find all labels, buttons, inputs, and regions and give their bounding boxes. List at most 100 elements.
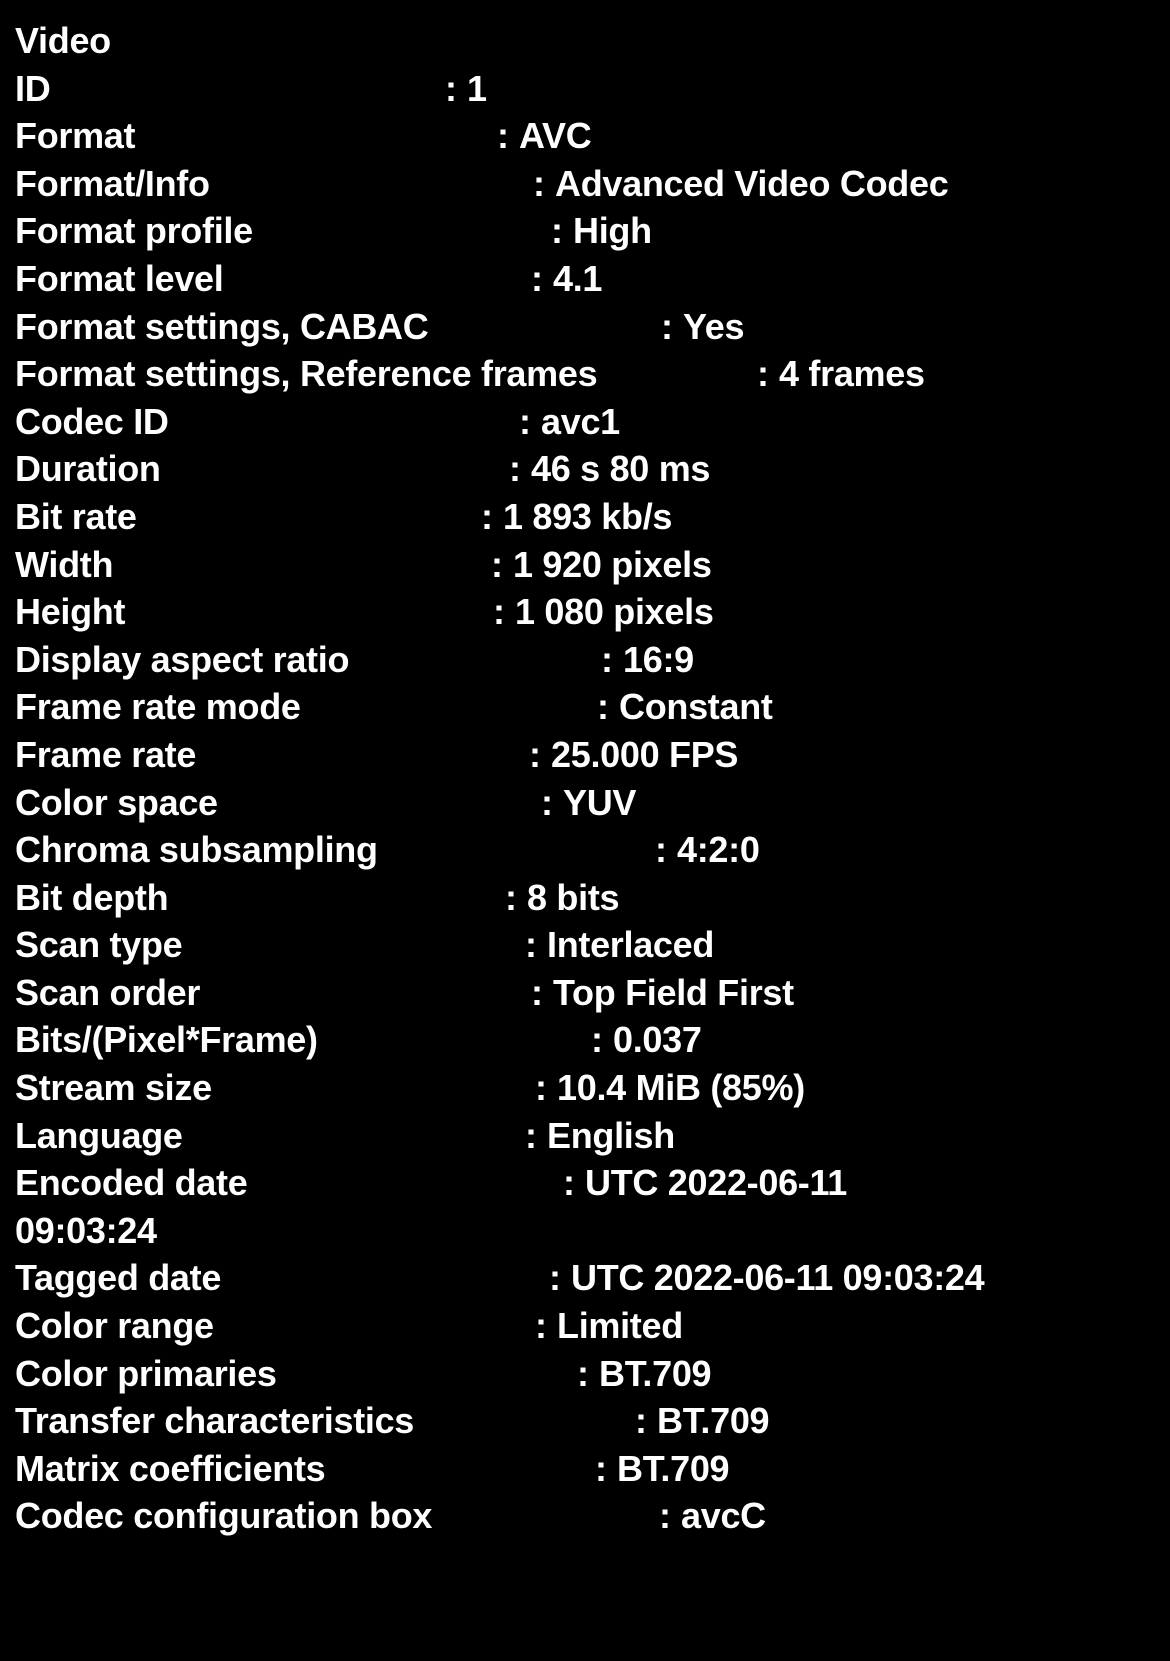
info-row-separator: : bbox=[531, 971, 543, 1013]
info-row-label: Color range bbox=[15, 1305, 214, 1347]
info-row-label: Chroma subsampling bbox=[15, 829, 378, 871]
info-row-label: Bits/(Pixel*Frame) bbox=[15, 1019, 318, 1061]
info-row-label: Format settings, CABAC bbox=[15, 305, 429, 347]
info-row-separator: : bbox=[493, 591, 505, 633]
info-row-value: 4.1 bbox=[553, 257, 603, 299]
info-row-label: Scan type bbox=[15, 924, 183, 966]
info-row-value: BT.709 bbox=[617, 1447, 730, 1489]
info-row-label: Format settings, Reference frames bbox=[15, 353, 598, 395]
info-row-value: 1 920 pixels bbox=[513, 543, 712, 585]
info-row-value: 16:9 bbox=[623, 638, 694, 680]
info-row-label: Frame rate bbox=[15, 733, 197, 775]
info-row-value: Advanced Video Codec bbox=[555, 162, 949, 204]
info-row-label: ID bbox=[15, 67, 51, 109]
info-row-value: 46 s 80 ms bbox=[531, 448, 711, 490]
info-row-value: avcC bbox=[681, 1495, 766, 1537]
info-row-separator: : bbox=[529, 733, 541, 775]
info-row-separator: : bbox=[635, 1400, 647, 1442]
video-track-info-list: Video ID:1 Format: AVC Format/Info: Advanced… bbox=[15, 17, 1170, 1540]
info-row-value: Limited bbox=[557, 1305, 683, 1347]
info-row-separator: : bbox=[541, 781, 553, 823]
info-row-label: Encoded date bbox=[15, 1162, 248, 1204]
info-row: Codec configuration box: avcC bbox=[15, 1492, 1170, 1540]
info-row: Color range: Limited bbox=[15, 1302, 1170, 1350]
info-row: Matrix coefficients: BT.709 bbox=[15, 1445, 1170, 1493]
info-row-value: 1 893 kb/s bbox=[503, 495, 673, 537]
info-row-label: Bit depth bbox=[15, 876, 169, 918]
info-row-label: Codec ID bbox=[15, 400, 169, 442]
info-row-separator: : bbox=[519, 400, 531, 442]
info-row-label: Bit rate bbox=[15, 495, 137, 537]
info-row-label: Stream size bbox=[15, 1067, 212, 1109]
info-row-separator: : bbox=[505, 876, 517, 918]
info-row-value: BT.709 bbox=[657, 1400, 770, 1442]
info-row-label: Language bbox=[15, 1114, 183, 1156]
info-row-separator: : bbox=[535, 1067, 547, 1109]
info-row-wrapped-text: 09:03:24 bbox=[15, 1209, 157, 1251]
info-row-separator: : bbox=[531, 257, 543, 299]
info-row: Format/Info: Advanced Video Codec bbox=[15, 160, 1170, 208]
info-row: Format: AVC bbox=[15, 112, 1170, 160]
info-row-separator: : bbox=[525, 1114, 537, 1156]
info-row-wrapped-continuation: 09:03:24 bbox=[15, 1207, 1170, 1255]
info-row-separator: : bbox=[551, 210, 563, 252]
info-row-value: UTC 2022-06-11 bbox=[585, 1162, 847, 1204]
info-row-value: Yes bbox=[683, 305, 745, 347]
info-row-value: 4:2:0 bbox=[677, 829, 760, 871]
info-row-separator: : bbox=[757, 353, 769, 395]
info-row-separator: : bbox=[661, 305, 673, 347]
info-row-value: High bbox=[573, 210, 652, 252]
info-row: Tagged date: UTC 2022-06-11 09:03:24 bbox=[15, 1254, 1170, 1302]
info-row: Width:1 920 pixels bbox=[15, 541, 1170, 589]
info-row: Frame rate:25.000 FPS bbox=[15, 731, 1170, 779]
info-row-label: Color primaries bbox=[15, 1352, 277, 1394]
info-row-label: Format bbox=[15, 115, 136, 157]
info-row: Duration:46 s 80 ms bbox=[15, 445, 1170, 493]
info-row-value: 10.4 MiB (85%) bbox=[557, 1067, 805, 1109]
info-row-label: Format/Info bbox=[15, 162, 210, 204]
info-row-label: Codec configuration box bbox=[15, 1495, 433, 1537]
info-row-value: Interlaced bbox=[547, 924, 715, 966]
info-row-label: Duration bbox=[15, 448, 161, 490]
info-row-separator: : bbox=[491, 543, 503, 585]
info-row-value: AVC bbox=[519, 115, 592, 157]
info-row: Language: English bbox=[15, 1112, 1170, 1160]
info-row: Transfer characteristics: BT.709 bbox=[15, 1397, 1170, 1445]
info-row: Bit depth:8 bits bbox=[15, 874, 1170, 922]
info-row: Stream size:10.4 MiB (85%) bbox=[15, 1064, 1170, 1112]
info-row: Codec ID: avc1 bbox=[15, 398, 1170, 446]
info-row-separator: : bbox=[577, 1352, 589, 1394]
info-row-separator: : bbox=[525, 924, 537, 966]
info-row: Color primaries: BT.709 bbox=[15, 1350, 1170, 1398]
info-row-label: Matrix coefficients bbox=[15, 1447, 326, 1489]
info-row-separator: : bbox=[533, 162, 545, 204]
info-row-separator: : bbox=[535, 1305, 547, 1347]
info-row-separator: : bbox=[601, 638, 613, 680]
mediainfo-panel: Video ID:1 Format: AVC Format/Info: Advanced… bbox=[0, 0, 1170, 1661]
section-title: Video bbox=[15, 20, 111, 61]
info-row-label: Width bbox=[15, 543, 114, 585]
info-row: Format settings, Reference frames:4 fram… bbox=[15, 350, 1170, 398]
info-row: Format profile: High bbox=[15, 207, 1170, 255]
info-row-label: Transfer characteristics bbox=[15, 1400, 415, 1442]
info-row-separator: : bbox=[563, 1162, 575, 1204]
info-row-value: UTC 2022-06-11 09:03:24 bbox=[571, 1257, 985, 1299]
info-row-label: Height bbox=[15, 591, 126, 633]
info-row: Format level:4.1 bbox=[15, 255, 1170, 303]
info-row-separator: : bbox=[591, 1019, 603, 1061]
info-row-value: 4 frames bbox=[779, 353, 925, 395]
info-row: Bits/(Pixel*Frame):0.037 bbox=[15, 1016, 1170, 1064]
section-header-row: Video bbox=[15, 17, 1170, 65]
info-row: Scan order: Top Field First bbox=[15, 969, 1170, 1017]
info-row-separator: : bbox=[497, 115, 509, 157]
info-row: Encoded date: UTC 2022-06-11 bbox=[15, 1159, 1170, 1207]
info-row: Chroma subsampling:4:2:0 bbox=[15, 826, 1170, 874]
info-row-value: avc1 bbox=[541, 400, 620, 442]
info-row-value: 8 bits bbox=[527, 876, 620, 918]
info-row-separator: : bbox=[509, 448, 521, 490]
info-row-label: Scan order bbox=[15, 971, 201, 1013]
info-row-value: 1 080 pixels bbox=[515, 591, 714, 633]
info-row: Color space: YUV bbox=[15, 779, 1170, 827]
info-row: Scan type: Interlaced bbox=[15, 921, 1170, 969]
info-row-value: English bbox=[547, 1114, 675, 1156]
